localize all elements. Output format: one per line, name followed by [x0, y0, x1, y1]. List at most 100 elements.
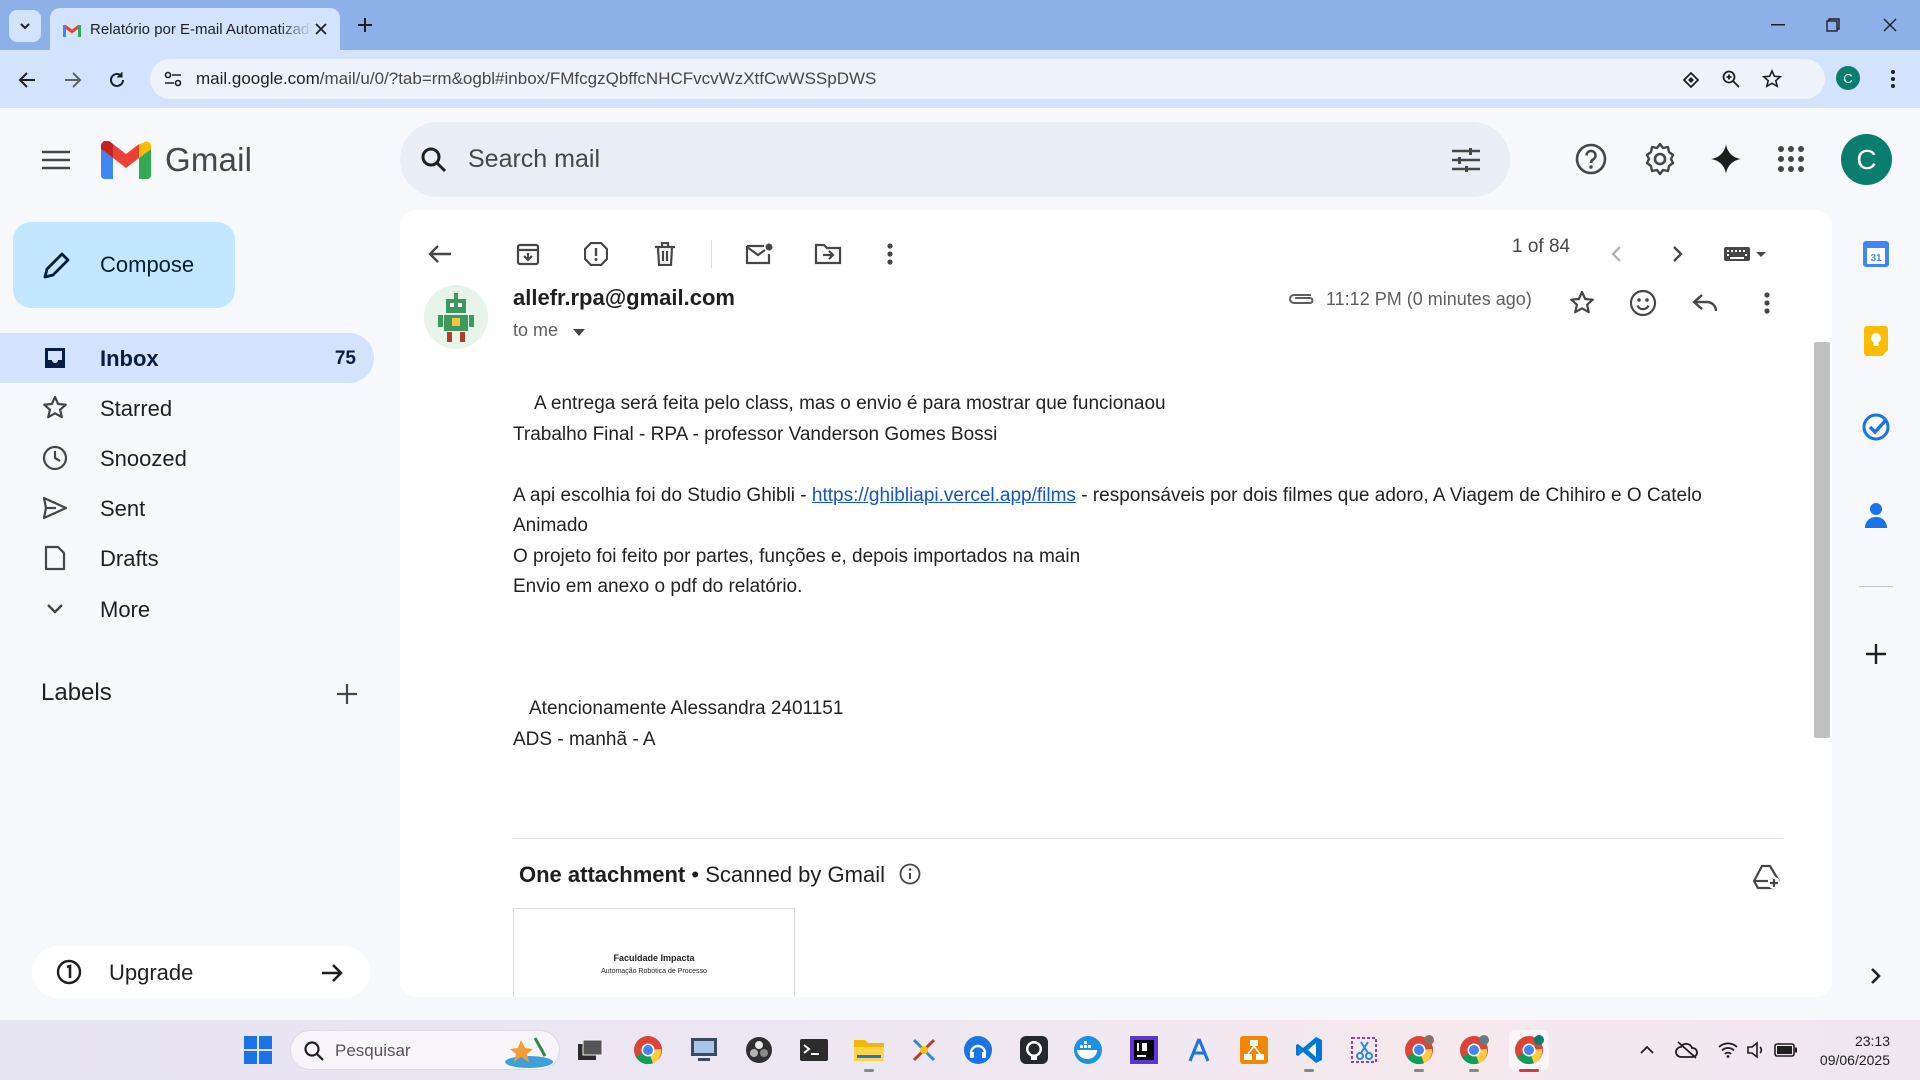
taskbar-snipping[interactable] — [1344, 1030, 1384, 1070]
site-info-icon[interactable] — [162, 69, 184, 89]
contacts-icon[interactable] — [1858, 497, 1894, 533]
system-clock[interactable]: 23:13 09/06/2025 — [1790, 1032, 1890, 1070]
reload-icon[interactable] — [102, 65, 132, 95]
running-indicator — [1519, 1069, 1539, 1072]
reply-icon[interactable] — [1688, 286, 1722, 320]
taskbar-search-input[interactable] — [335, 1041, 495, 1061]
sender-email[interactable]: allefr.rpa@gmail.com — [513, 285, 735, 311]
mark-unread-button[interactable] — [739, 234, 779, 274]
body-line: Trabalho Final - RPA - professor Vanders… — [513, 423, 998, 445]
archive-button[interactable] — [508, 234, 548, 274]
taskbar-search[interactable] — [290, 1030, 560, 1070]
sidebar-item-more[interactable]: More — [0, 584, 374, 634]
sidebar-item-label: Snoozed — [100, 446, 187, 471]
sidebar-item-snoozed[interactable]: Snoozed — [0, 433, 374, 483]
settings-gear-icon[interactable] — [1642, 141, 1678, 177]
clock-date: 09/06/2025 — [1819, 1052, 1890, 1068]
gmail-logo-icon[interactable] — [100, 141, 152, 179]
taskbar-docker[interactable] — [1068, 1030, 1108, 1070]
sidebar-item-starred[interactable]: Starred — [0, 383, 374, 433]
taskbar-file-explorer[interactable] — [849, 1030, 889, 1072]
search-bar[interactable] — [400, 122, 1510, 197]
browser-profile-avatar[interactable]: C — [1836, 66, 1860, 90]
sidebar-item-drafts[interactable]: Drafts — [0, 533, 374, 583]
browser-tab[interactable]: Relatório por E-mail Automatizado — [50, 8, 340, 50]
address-bar[interactable]: mail.google.com/mail/u/0/?tab=rm&ogbl#in… — [150, 59, 1825, 99]
delete-button[interactable] — [645, 234, 685, 274]
taskbar-app-store[interactable] — [1179, 1030, 1219, 1070]
tasks-icon[interactable] — [1858, 409, 1894, 445]
taskbar-draw[interactable] — [1234, 1030, 1274, 1070]
forward-icon[interactable] — [58, 65, 88, 95]
older-button[interactable] — [1658, 234, 1698, 274]
running-indicator — [1304, 1069, 1314, 1072]
gemini-sparkle-icon[interactable] — [1708, 141, 1744, 177]
tab-search-icon[interactable] — [9, 10, 41, 42]
apps-grid-icon[interactable] — [1773, 141, 1809, 177]
compose-button[interactable]: Compose — [13, 222, 235, 308]
close-window-icon[interactable] — [1872, 12, 1908, 38]
scrollbar-thumb[interactable] — [1814, 342, 1830, 738]
browser-menu-icon[interactable] — [1880, 64, 1906, 94]
show-side-panel-icon[interactable] — [1858, 958, 1894, 994]
taskbar-snip[interactable] — [904, 1030, 944, 1070]
gmail-logo-text[interactable]: Gmail — [165, 141, 252, 179]
onedrive-offline-icon[interactable] — [1674, 1039, 1700, 1061]
search-input[interactable] — [468, 142, 1368, 176]
taskbar-chrome[interactable] — [628, 1030, 668, 1070]
taskbar-obs[interactable] — [739, 1030, 779, 1070]
taskbar-chrome-profile-2[interactable] — [1454, 1030, 1494, 1072]
tracking-protection-icon[interactable] — [1680, 69, 1702, 91]
close-tab-icon[interactable] — [312, 20, 330, 38]
move-to-button[interactable] — [808, 234, 848, 274]
message-more-icon[interactable] — [1750, 286, 1784, 320]
restore-icon[interactable] — [1815, 12, 1851, 38]
emoji-reaction-icon[interactable] — [1626, 286, 1660, 320]
bookmark-star-icon[interactable] — [1761, 68, 1783, 90]
preview-title: Faculdade Impacta — [613, 953, 695, 963]
new-tab-icon[interactable] — [352, 12, 378, 38]
taskbar-task-view[interactable] — [570, 1030, 610, 1070]
attachment-preview[interactable]: Faculdade Impacta Automação Robótica de … — [513, 908, 795, 997]
keep-icon[interactable] — [1858, 323, 1894, 359]
chrome-icon — [1459, 1035, 1489, 1065]
input-tools-button[interactable] — [1718, 234, 1774, 274]
upgrade-button[interactable]: Upgrade — [32, 946, 370, 998]
taskbar-chrome-profile-1[interactable] — [1399, 1030, 1439, 1072]
api-link[interactable]: https://ghibliapi.vercel.app/films — [812, 485, 1076, 506]
taskbar-github[interactable] — [1014, 1030, 1054, 1070]
taskbar-intellij[interactable] — [1124, 1030, 1164, 1070]
taskbar-music[interactable] — [958, 1030, 998, 1070]
back-to-inbox-button[interactable] — [420, 234, 460, 274]
add-to-drive-icon[interactable] — [1750, 860, 1784, 894]
main-menu-icon[interactable] — [38, 142, 74, 178]
taskbar-vscode[interactable] — [1289, 1030, 1329, 1072]
back-icon[interactable] — [12, 65, 42, 95]
help-icon[interactable] — [1573, 141, 1609, 177]
newer-button[interactable] — [1596, 234, 1636, 274]
sidebar-item-sent[interactable]: Sent — [0, 483, 374, 533]
wifi-icon[interactable] — [1716, 1039, 1740, 1061]
minimize-icon[interactable] — [1760, 12, 1796, 38]
more-actions-button[interactable] — [870, 234, 910, 274]
account-avatar[interactable]: C — [1841, 134, 1892, 185]
get-addons-icon[interactable] — [1858, 636, 1894, 672]
search-icon[interactable] — [418, 144, 450, 176]
start-button[interactable] — [238, 1030, 278, 1070]
volume-icon[interactable] — [1744, 1039, 1768, 1061]
show-hidden-icons-icon[interactable] — [1636, 1040, 1658, 1060]
report-spam-button[interactable] — [576, 234, 616, 274]
zoom-icon[interactable] — [1720, 68, 1742, 90]
calendar-icon[interactable]: 31 — [1858, 236, 1894, 272]
sidebar-item-inbox[interactable]: Inbox 75 — [0, 333, 374, 383]
star-message-icon[interactable] — [1565, 286, 1599, 320]
taskbar-chrome-profile-3[interactable] — [1509, 1030, 1549, 1072]
taskbar-terminal[interactable] — [794, 1030, 834, 1070]
add-label-icon[interactable] — [333, 680, 361, 708]
recipient-summary[interactable]: to me — [513, 320, 586, 342]
info-icon[interactable] — [899, 863, 921, 885]
taskbar-remote-desktop[interactable] — [684, 1030, 724, 1070]
search-options-icon[interactable] — [1450, 144, 1482, 176]
keyboard-icon — [1724, 246, 1768, 262]
running-indicator — [1469, 1069, 1479, 1072]
